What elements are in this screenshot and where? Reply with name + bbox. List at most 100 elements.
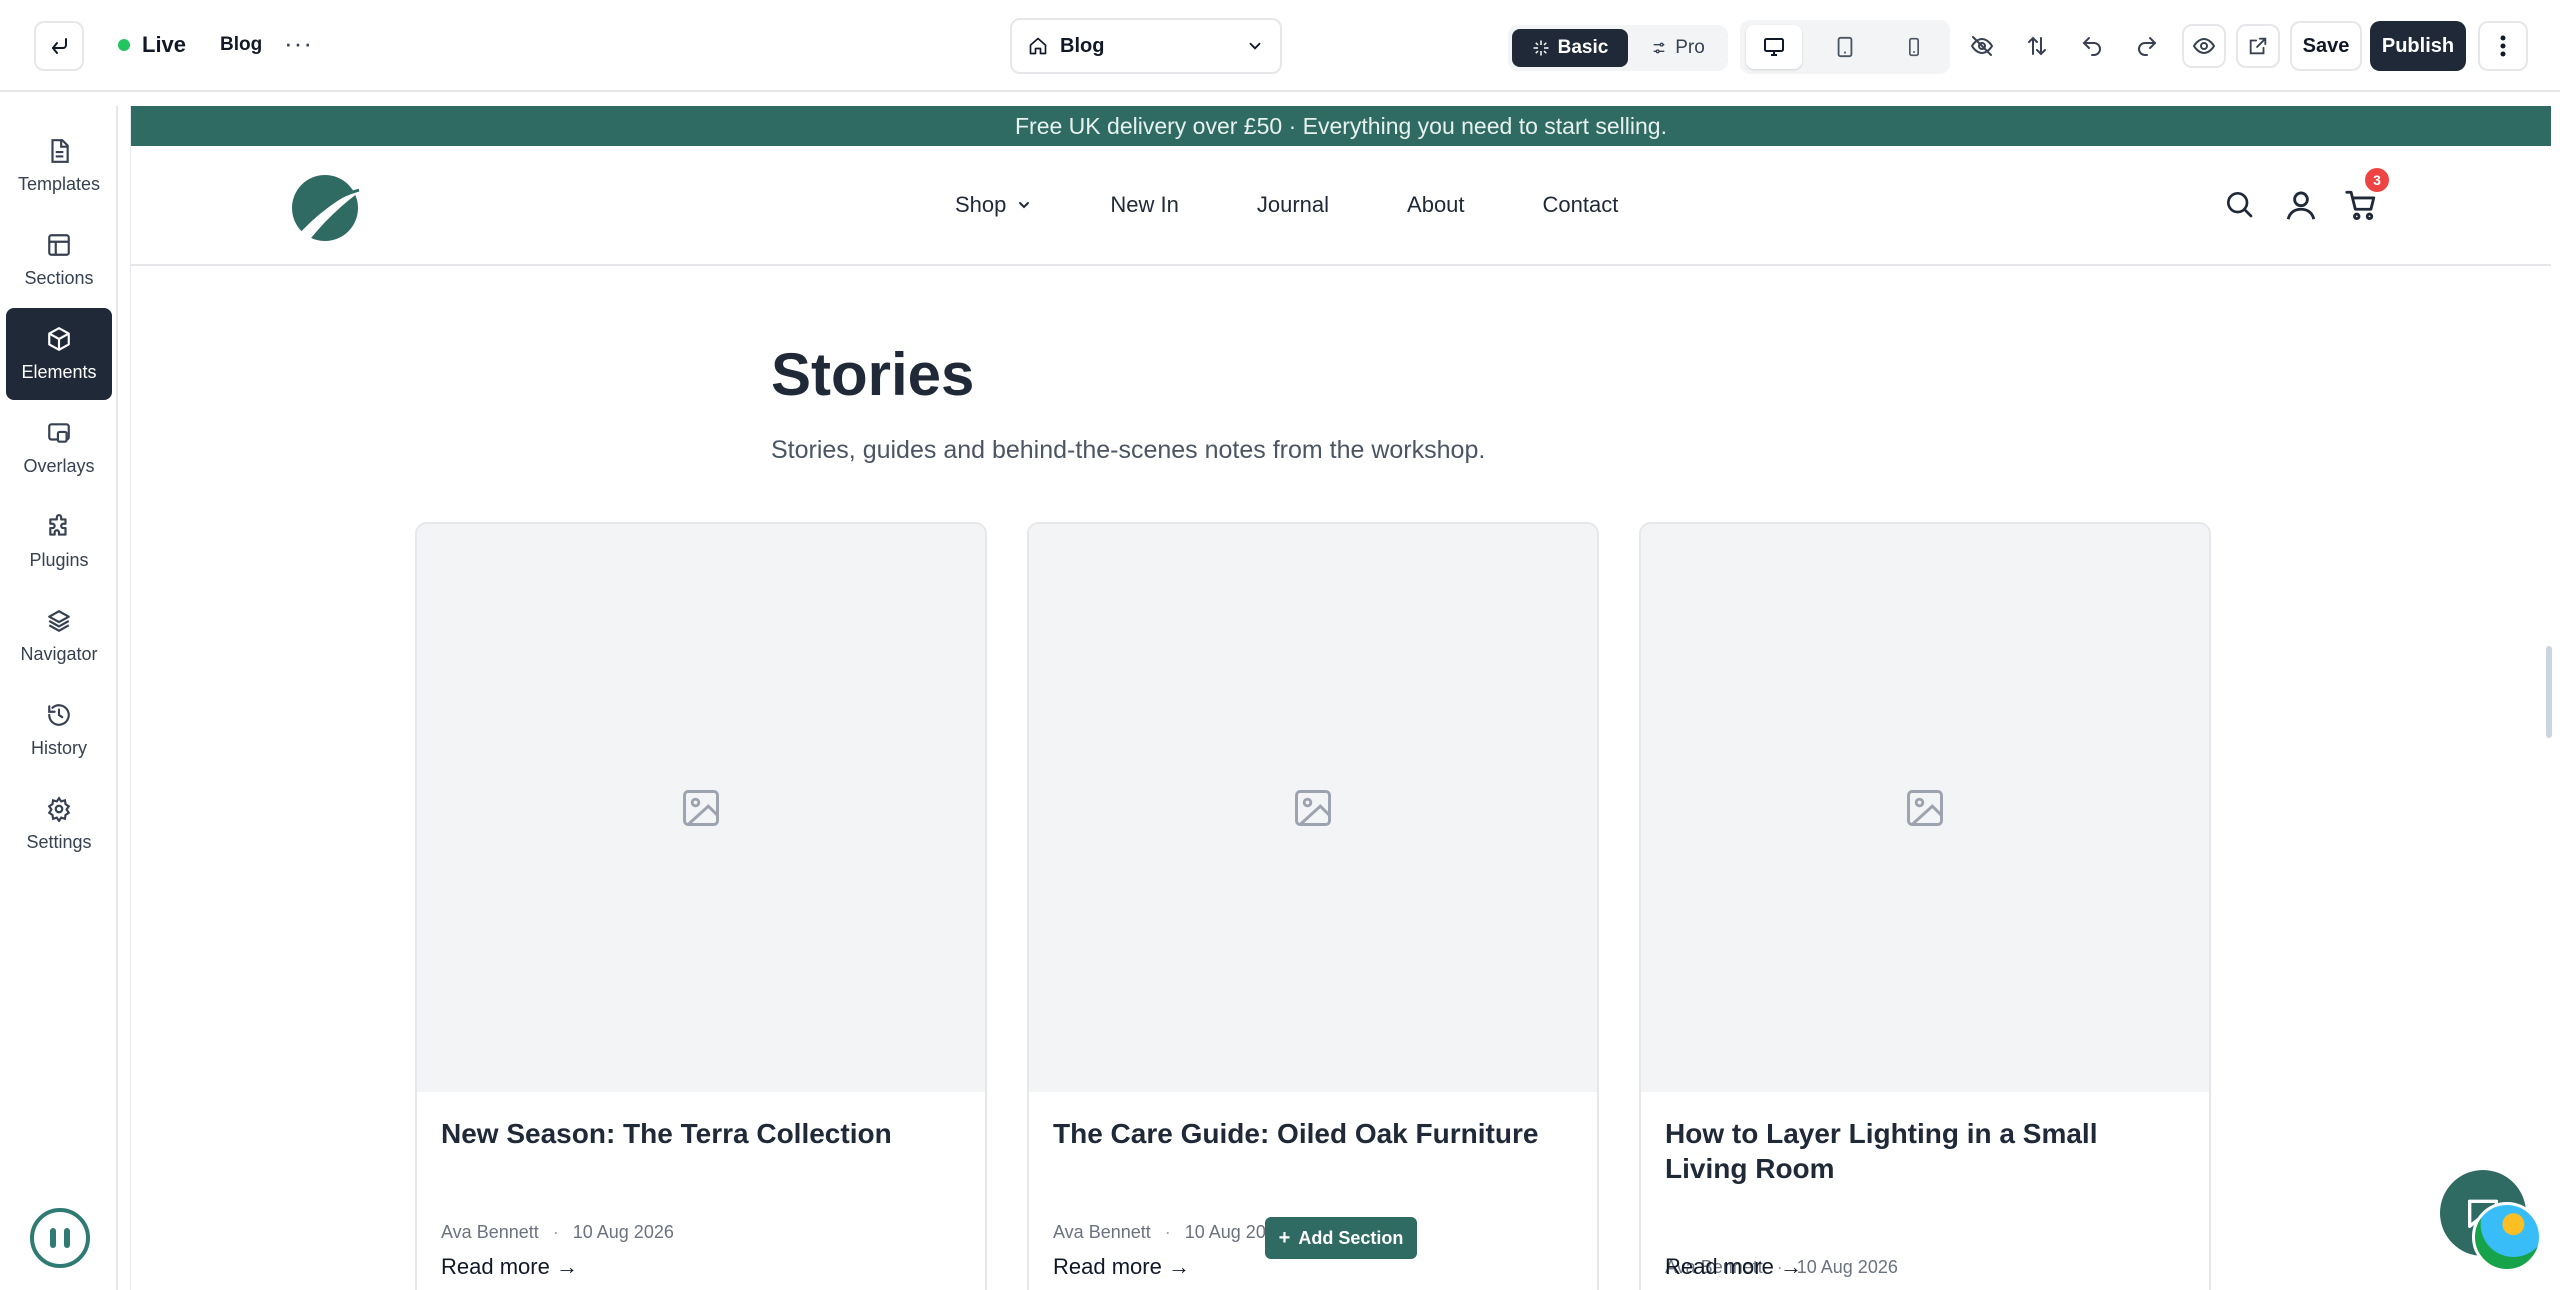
mode-basic-label: Basic [1557,37,1609,58]
post-title[interactable]: How to Layer Lighting in a Small Living … [1665,1116,2185,1186]
live-label: Live [142,32,187,57]
sidebar-item-overlays[interactable]: Overlays [6,402,112,494]
more-options-icon[interactable]: ··· [284,30,313,56]
meta-separator: · [552,1222,559,1242]
post-date: 10 Aug 2026 [1796,1257,1898,1277]
navigator-icon [48,609,70,632]
sidebar-item-templates[interactable]: Templates [6,120,112,212]
image-placeholder-icon [683,790,719,826]
account-icon[interactable] [2284,188,2318,222]
more-vertical-icon [2500,35,2506,57]
post-title[interactable]: New Season: The Terra Collection [441,1116,961,1151]
undo-icon [2082,37,2101,56]
ai-assistant-button[interactable] [30,1208,90,1268]
nav-item-journal[interactable]: Journal [1257,192,1329,218]
page-name[interactable]: Blog [220,34,262,56]
mobile-view-button[interactable] [1886,25,1942,69]
nav-item-new-in[interactable]: New In [1110,192,1178,218]
add-section-button[interactable]: + Add Section [1265,1217,1417,1259]
device-switcher [1740,20,1950,74]
hide-elements-button[interactable] [1960,24,2004,68]
image-placeholder-icon [1295,790,1331,826]
read-more-link[interactable]: Read more → [1665,1254,1802,1280]
site-logo[interactable] [289,172,379,244]
post-card[interactable]: How to Layer Lighting in a Small Living … [1639,522,2211,1290]
sidebar-item-label: Navigator [20,643,98,664]
live-dot [118,39,130,51]
page-selector[interactable]: Blog [1010,18,1282,74]
canvas-scrollbar[interactable] [2546,646,2552,738]
sections-icon [48,233,70,256]
mode-pro-button[interactable]: Pro [1632,29,1724,67]
undo-button[interactable] [2070,24,2114,68]
blog-heading: Stories [771,341,975,408]
live-status: Live [118,32,186,58]
post-image-placeholder [1029,524,1597,1092]
sidebar-item-navigator[interactable]: Navigator [6,590,112,682]
post-title[interactable]: The Care Guide: Oiled Oak Furniture [1053,1116,1573,1151]
post-card[interactable]: New Season: The Terra Collection Ava Ben… [415,522,987,1290]
post-card[interactable]: The Care Guide: Oiled Oak Furniture Ava … [1027,522,1599,1290]
chevron-down-icon [1019,202,1030,209]
desktop-view-button[interactable] [1746,25,1802,69]
image-placeholder-icon [1907,790,1943,826]
sliders-icon [1653,42,1665,54]
nav-item-contact[interactable]: Contact [1543,192,1619,218]
editor-topbar: Live Blog ··· Blog Basic Pro Save Publis… [0,0,2560,92]
external-link-icon [2249,37,2267,55]
post-image-placeholder [417,524,985,1092]
nav-item-shop[interactable]: Shop [955,192,1032,218]
sidebar-item-label: Sections [24,267,94,288]
search-icon[interactable] [2223,188,2255,220]
history-icon [48,703,70,726]
sidebar-item-sections[interactable]: Sections [6,214,112,306]
post-date: 10 Aug 2026 [572,1222,674,1242]
read-more-link[interactable]: Read more → [441,1254,578,1280]
tablet-view-button[interactable] [1817,25,1873,69]
post-author: Ava Bennett [1053,1222,1151,1242]
post-author: Ava Bennett [441,1222,539,1242]
promo-bar: Free UK delivery over £50 · Everything y… [131,106,2551,146]
plus-icon: + [1278,1226,1291,1249]
post-image-placeholder [1641,524,2209,1092]
plugins-icon [49,513,67,536]
nav-item-about[interactable]: About [1407,192,1465,218]
post-meta: Ava Bennett · 10 Aug 2026 [441,1222,674,1243]
sidebar-item-elements[interactable]: Elements [6,308,112,400]
sidebar-item-label: Plugins [29,549,89,570]
sidebar-item-history[interactable]: History [6,684,112,776]
sidebar-item-plugins[interactable]: Plugins [6,496,112,588]
preview-button[interactable] [2182,24,2226,68]
elements-icon [48,326,70,351]
cart-count-badge: 3 [2365,168,2389,192]
meta-separator: · [1164,1222,1171,1242]
read-more-link[interactable]: Read more → [1053,1254,1190,1280]
site-header: Shop New In Journal About Contact 3 [131,146,2551,266]
redo-button[interactable] [2125,24,2169,68]
home-icon [1029,37,1047,55]
site-nav: Shop New In Journal About Contact [955,192,1696,218]
redo-icon [2138,37,2157,56]
leaf-logo-icon [292,175,377,241]
sidebar-item-settings[interactable]: Settings [6,778,112,870]
return-arrow-icon [52,38,67,54]
publish-button[interactable]: Publish [2370,21,2466,71]
sidebar-item-label: History [30,737,87,758]
kebab-menu-button[interactable] [2478,21,2528,71]
templates-icon [51,138,69,163]
mode-basic-button[interactable]: Basic [1512,29,1628,67]
nav-item-label: Shop [955,192,1007,217]
tablet-icon [1837,36,1853,58]
eye-off-icon [1970,36,1994,56]
cart-icon[interactable] [2343,188,2379,222]
reorder-button[interactable] [2015,24,2059,68]
sidebar-item-label: Settings [26,831,92,852]
back-button[interactable] [34,21,84,71]
arrows-up-down-icon [2028,36,2046,56]
eye-icon [2192,37,2216,55]
settings-icon [47,795,71,822]
open-site-button[interactable] [2236,24,2280,68]
sidebar-item-label: Elements [21,361,97,382]
save-button[interactable]: Save [2290,21,2362,71]
avatar[interactable] [2472,1202,2542,1272]
